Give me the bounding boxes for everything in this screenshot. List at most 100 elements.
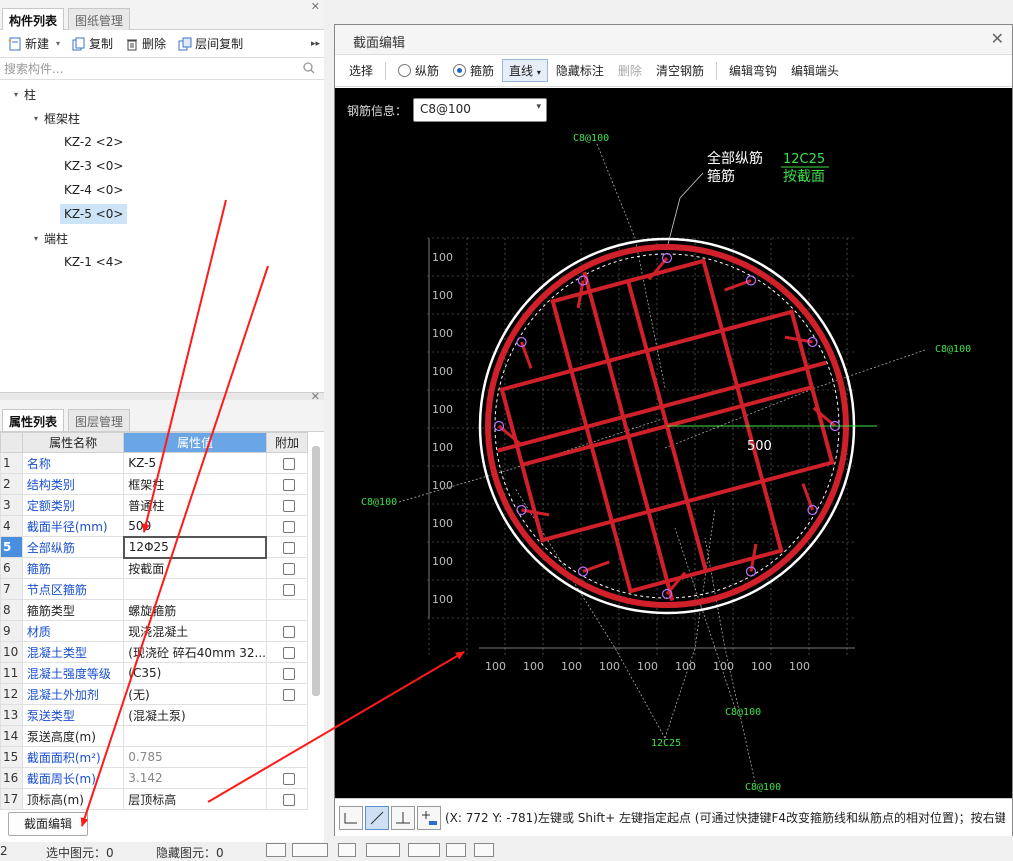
property-scrollbar[interactable] — [312, 446, 320, 696]
snap-tool-4[interactable] — [366, 843, 400, 857]
table-row[interactable]: 10 混凝土类型 (现浇砼 碎石40mm 32... — [0, 641, 309, 663]
extra-checkbox[interactable] — [282, 583, 295, 596]
table-row[interactable]: 9 材质 现浇混凝土 — [0, 620, 309, 642]
table-row[interactable]: 17 顶标高(m) 层顶标高 — [0, 788, 309, 810]
tab-layer-manage[interactable]: 图层管理 — [68, 409, 131, 431]
longitudinal-radio[interactable]: 纵筋 — [392, 60, 445, 81]
add-point-icon[interactable] — [417, 805, 441, 830]
property-value[interactable]: 普通柱 — [123, 494, 267, 516]
property-value[interactable]: 按截面 — [123, 557, 267, 579]
collapse-icon[interactable]: ▾ — [14, 90, 24, 99]
tree-item-kz2[interactable]: KZ-2 <2> — [64, 132, 123, 152]
tab-component-list[interactable]: 构件列表 — [2, 8, 65, 30]
new-button[interactable]: * 新建 ▾ — [4, 33, 64, 54]
table-row[interactable]: 11 混凝土强度等级 (C35) — [0, 662, 309, 684]
property-value[interactable]: 500 — [123, 515, 267, 537]
property-value[interactable]: (混凝土泵) — [123, 704, 267, 726]
stirrup-value[interactable]: 按截面 — [783, 169, 825, 185]
extra-checkbox[interactable] — [282, 646, 295, 659]
copy-button[interactable]: 复制 — [68, 33, 117, 54]
property-value[interactable]: (C35) — [123, 662, 267, 684]
line-icon[interactable] — [365, 805, 389, 830]
edit-hook-button[interactable]: 编辑弯钩 — [723, 60, 783, 81]
close-icon[interactable]: ✕ — [991, 29, 1004, 48]
panel-splitter[interactable]: ✕ — [0, 390, 324, 403]
tag-c8-left[interactable]: C8@100 — [361, 497, 397, 508]
tag-12c25[interactable]: 12C25 — [651, 738, 681, 749]
tree-item-kz3[interactable]: KZ-3 <0> — [64, 156, 123, 176]
new-dropdown-icon[interactable]: ▾ — [56, 39, 60, 48]
table-row[interactable]: 8 箍筋类型 螺旋箍筋 — [0, 599, 309, 621]
tree-item-kz5[interactable]: KZ-5 <0> — [60, 204, 128, 224]
extra-checkbox[interactable] — [282, 667, 295, 680]
property-value[interactable] — [123, 578, 267, 600]
property-value[interactable]: (现浇砼 碎石40mm 32... — [123, 641, 267, 663]
snap-tool-7[interactable] — [474, 843, 494, 857]
table-row[interactable]: 16 截面周长(m) 3.142 — [0, 767, 309, 789]
snap-tool-6[interactable] — [446, 843, 466, 857]
long-value[interactable]: 12C25 — [783, 152, 825, 167]
tab-property-list[interactable]: 属性列表 — [2, 409, 65, 431]
extra-checkbox[interactable] — [282, 520, 295, 533]
tree-node-end-column[interactable]: ▾ 端柱 — [34, 228, 68, 248]
extra-checkbox[interactable] — [282, 457, 295, 470]
tag-c8-top[interactable]: C8@100 — [573, 133, 609, 144]
table-row[interactable]: 1 名称 KZ-5 — [0, 452, 309, 474]
tree-node-frame-column[interactable]: ▾ 框架柱 — [34, 108, 80, 128]
property-value[interactable] — [123, 725, 267, 747]
collapse-icon[interactable]: ▾ — [34, 114, 44, 123]
tree-node-column[interactable]: ▾ 柱 — [14, 84, 36, 104]
property-value[interactable]: KZ-5 — [123, 452, 267, 474]
line-mode-dropdown[interactable]: 直线 ▾ — [502, 59, 548, 82]
orthogonal-icon[interactable] — [339, 805, 363, 830]
tag-c8-right[interactable]: C8@100 — [935, 344, 971, 355]
perpendicular-icon[interactable] — [391, 805, 415, 830]
snap-tool-5[interactable] — [408, 843, 440, 857]
extra-checkbox[interactable] — [282, 478, 295, 491]
table-row[interactable]: 15 截面面积(m²) 0.785 — [0, 746, 309, 768]
section-edit-button[interactable]: 截面编辑 — [8, 812, 88, 836]
toolbar-more-icon[interactable]: ▸▸ — [311, 39, 320, 49]
extra-checkbox[interactable] — [282, 772, 295, 785]
property-value[interactable]: 框架柱 — [123, 473, 267, 495]
delete-rebar-button[interactable]: 删除 — [612, 60, 648, 81]
snap-tool-2[interactable] — [292, 843, 328, 857]
table-row[interactable]: 3 定额类别 普通柱 — [0, 494, 309, 516]
hide-annotation-button[interactable]: 隐藏标注 — [550, 60, 610, 81]
edit-end-button[interactable]: 编辑端头 — [785, 60, 845, 81]
tab-drawing-manage[interactable]: 图纸管理 — [68, 8, 131, 30]
panel-close-icon[interactable]: ✕ — [311, 0, 320, 13]
table-row[interactable]: 2 结构类别 框架柱 — [0, 473, 309, 495]
table-row[interactable]: 7 节点区箍筋 — [0, 578, 309, 600]
collapse-icon[interactable]: ▾ — [34, 234, 44, 243]
extra-checkbox[interactable] — [282, 625, 295, 638]
extra-checkbox[interactable] — [282, 688, 295, 701]
snap-tool-1[interactable] — [266, 843, 286, 857]
property-value[interactable]: 0.785 — [123, 746, 267, 768]
tag-c8-bottom2[interactable]: C8@100 — [745, 782, 781, 793]
drawing-canvas[interactable]: 钢筋信息： C8@100 100100100100100100100100100… — [335, 88, 1012, 798]
table-row[interactable]: 12 混凝土外加剂 (无) — [0, 683, 309, 705]
tree-item-kz4[interactable]: KZ-4 <0> — [64, 180, 123, 200]
extra-checkbox[interactable] — [283, 541, 296, 554]
select-button[interactable]: 选择 — [343, 60, 379, 81]
extra-checkbox[interactable] — [282, 562, 295, 575]
table-row[interactable]: 6 箍筋 按截面 — [0, 557, 309, 579]
table-row[interactable]: 14 泵送高度(m) — [0, 725, 309, 747]
table-row[interactable]: 5 全部纵筋 12Φ25 — [0, 535, 309, 559]
clear-rebar-button[interactable]: 清空钢筋 — [650, 60, 710, 81]
property-value[interactable]: 3.142 — [123, 767, 267, 789]
property-value[interactable]: 层顶标高 — [123, 788, 267, 810]
extra-checkbox[interactable] — [282, 793, 295, 806]
tag-c8-bottom1[interactable]: C8@100 — [725, 707, 761, 718]
tree-item-kz1[interactable]: KZ-1 <4> — [64, 252, 123, 272]
snap-tool-3[interactable] — [338, 843, 356, 857]
property-value[interactable]: (无) — [123, 683, 267, 705]
stirrup-radio[interactable]: 箍筋 — [447, 60, 500, 81]
component-search-input[interactable]: 搜索构件... — [0, 58, 324, 80]
property-value[interactable]: 现浇混凝土 — [123, 620, 267, 642]
property-value[interactable]: 螺旋箍筋 — [123, 599, 267, 621]
extra-checkbox[interactable] — [282, 499, 295, 512]
table-row[interactable]: 4 截面半径(mm) 500 — [0, 515, 309, 537]
floor-copy-button[interactable]: 层间复制 — [174, 33, 247, 54]
